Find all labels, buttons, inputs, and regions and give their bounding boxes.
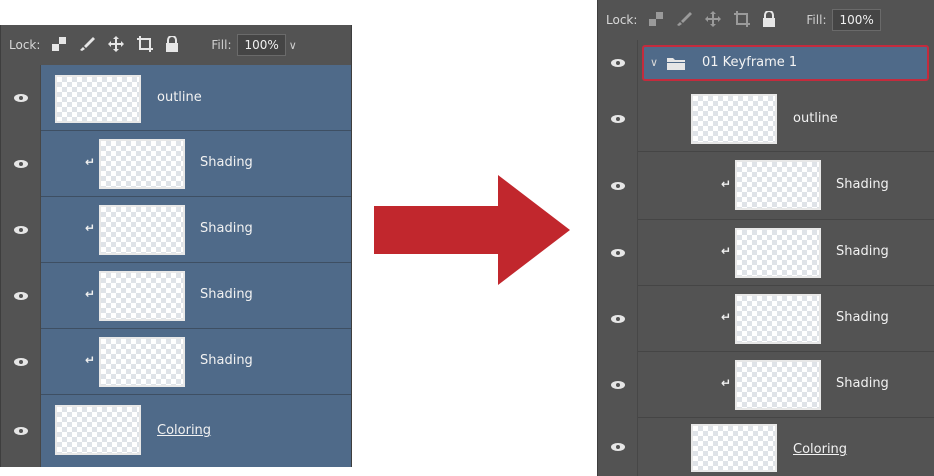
eye-icon[interactable] <box>598 152 638 220</box>
layer-thumbnail <box>735 360 821 410</box>
lock-transparent-icon[interactable] <box>51 36 67 55</box>
artboard-icon[interactable] <box>733 10 751 31</box>
layer-name: Shading <box>200 155 253 170</box>
clip-arrow-icon: ↵ <box>721 310 732 324</box>
move-icon[interactable] <box>107 35 125 56</box>
layer-name: Coloring <box>793 442 848 457</box>
layer-thumbnail <box>55 405 141 455</box>
fill-label: Fill: <box>211 38 232 52</box>
group-layer-highlight[interactable]: ∨ 01 Keyframe 1 <box>642 45 929 81</box>
lock-transparent-icon[interactable] <box>648 11 664 30</box>
layer-row[interactable]: Coloring <box>1 395 351 467</box>
layer-thumbnail <box>735 160 821 210</box>
clip-arrow-icon: ↵ <box>85 353 96 367</box>
lock-icon[interactable] <box>165 34 179 55</box>
eye-icon[interactable] <box>598 286 638 352</box>
eye-icon[interactable] <box>1 65 41 131</box>
eye-icon[interactable] <box>1 329 41 395</box>
layers-panel-after: Lock: Fill: 100% ∨ 01 Keyframe 1 outline… <box>597 0 934 476</box>
clip-arrow-icon: ↵ <box>721 177 732 191</box>
layer-row[interactable]: Coloring <box>598 418 934 476</box>
layer-thumbnail <box>55 75 141 123</box>
layer-name: Shading <box>836 310 889 325</box>
fill-label: Fill: <box>806 13 827 27</box>
layer-name: Coloring <box>157 423 212 438</box>
layer-name: Shading <box>200 353 253 368</box>
layer-row[interactable]: outline <box>598 86 934 152</box>
layer-name: Shading <box>200 221 253 236</box>
chevron-down-icon[interactable]: ∨ <box>650 56 658 69</box>
layer-thumbnail <box>99 271 185 321</box>
lock-label: Lock: <box>606 13 638 27</box>
clip-arrow-icon: ↵ <box>85 287 96 301</box>
lock-toolbar: Lock: Fill: 100% <box>598 0 934 40</box>
layer-row[interactable]: ↵ Shading <box>598 286 934 352</box>
eye-icon[interactable] <box>1 131 41 197</box>
layer-row[interactable]: ↵ Shading <box>598 220 934 286</box>
layer-name: outline <box>157 90 202 105</box>
layer-thumbnail <box>99 205 185 255</box>
layer-thumbnail <box>735 294 821 344</box>
fill-input[interactable]: 100% <box>237 34 286 56</box>
artboard-icon[interactable] <box>136 35 154 56</box>
layer-thumbnail <box>99 337 185 387</box>
clip-arrow-icon: ↵ <box>721 244 732 258</box>
layer-thumbnail <box>99 139 185 189</box>
layer-name: Shading <box>836 244 889 259</box>
group-name: 01 Keyframe 1 <box>702 55 798 70</box>
fill-input[interactable]: 100% <box>832 9 881 31</box>
lock-label: Lock: <box>9 38 41 52</box>
clip-arrow-icon: ↵ <box>85 221 96 235</box>
layer-row[interactable]: ↵ Shading <box>598 152 934 220</box>
brush-icon[interactable] <box>675 11 693 30</box>
layer-row[interactable]: ↵ Shading <box>598 352 934 418</box>
clip-arrow-icon: ↵ <box>85 155 96 169</box>
folder-icon <box>666 56 686 75</box>
layer-row[interactable]: ↵ Shading <box>1 329 351 395</box>
eye-icon[interactable] <box>598 418 638 476</box>
eye-icon[interactable] <box>598 86 638 152</box>
clip-arrow-icon: ↵ <box>721 376 732 390</box>
lock-toolbar: Lock: Fill: 100% ∨ <box>1 25 351 65</box>
layer-thumbnail <box>691 424 777 472</box>
layer-row[interactable]: ↵ Shading <box>1 263 351 329</box>
eye-icon[interactable] <box>598 40 638 86</box>
layer-name: Shading <box>200 287 253 302</box>
eye-icon[interactable] <box>1 395 41 467</box>
chevron-down-icon[interactable]: ∨ <box>289 39 297 52</box>
eye-icon[interactable] <box>598 220 638 286</box>
layer-row[interactable]: outline <box>1 65 351 131</box>
layer-row[interactable]: ↵ Shading <box>1 131 351 197</box>
layer-name: outline <box>793 111 838 126</box>
layer-row[interactable]: ↵ Shading <box>1 197 351 263</box>
arrow-right-icon <box>374 175 570 285</box>
brush-icon[interactable] <box>78 36 96 55</box>
lock-icon[interactable] <box>762 9 776 30</box>
eye-icon[interactable] <box>1 197 41 263</box>
eye-icon[interactable] <box>598 352 638 418</box>
layer-name: Shading <box>836 376 889 391</box>
eye-icon[interactable] <box>1 263 41 329</box>
move-icon[interactable] <box>704 10 722 31</box>
layer-name: Shading <box>836 177 889 192</box>
layer-thumbnail <box>735 228 821 278</box>
layers-panel-before: Lock: Fill: 100% ∨ outline ↵ Shading ↵ S… <box>0 25 352 467</box>
layer-thumbnail <box>691 94 777 144</box>
